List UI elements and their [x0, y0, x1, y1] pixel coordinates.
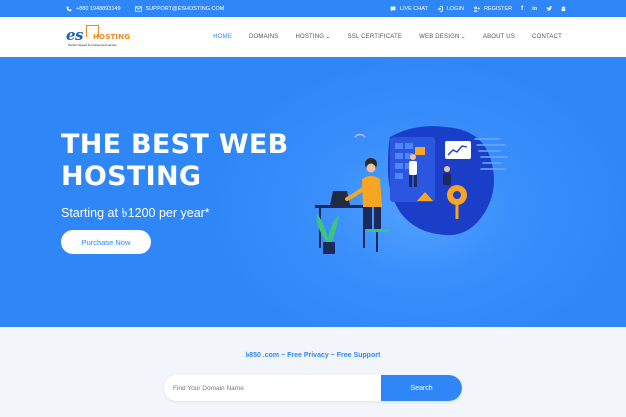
main-navbar: es HOSTING Perfect Speed & Customized se… — [0, 17, 626, 57]
nav-item-web-design[interactable]: WEB DESIGN ⌄ — [419, 34, 466, 40]
phone-number: +880 1948893149 — [76, 5, 121, 12]
nav-label: CONTACT — [532, 34, 562, 40]
logo-hosting-text: HOSTING — [93, 33, 131, 41]
nav-item-about-us[interactable]: ABOUT US — [483, 34, 515, 40]
contact-info: +880 1948893149 SUPPORT@ESHOSTING.COM — [66, 0, 224, 17]
purchase-now-button[interactable]: Purchase Now — [61, 230, 151, 254]
nav-label: WEB DESIGN — [419, 34, 460, 40]
topbar-actions: LIVE CHAT LOGIN REGISTER f in — [390, 0, 566, 17]
login-label: LOGIN — [446, 5, 464, 12]
site-logo[interactable]: es HOSTING Perfect Speed & Customized se… — [66, 23, 136, 51]
twitter-icon[interactable] — [546, 6, 552, 11]
nav-item-contact[interactable]: CONTACT — [532, 34, 562, 40]
domain-search-input[interactable] — [164, 375, 382, 401]
chat-icon — [390, 6, 396, 11]
email-contact[interactable]: SUPPORT@ESHOSTING.COM — [134, 5, 225, 12]
nav-item-domains[interactable]: DOMAINS — [249, 34, 278, 40]
nav-menu: HOME DOMAINS HOSTING ⌄ SSL CERTIFICATE WE… — [213, 17, 562, 57]
login-icon — [437, 5, 443, 12]
nav-item-home[interactable]: HOME — [213, 34, 232, 40]
linkedin-icon[interactable]: in — [532, 6, 537, 12]
nav-item-ssl-certificate[interactable]: SSL CERTIFICATE — [348, 34, 403, 40]
android-icon[interactable] — [561, 6, 566, 12]
live-chat-link[interactable]: LIVE CHAT — [390, 6, 428, 12]
register-label: REGISTER — [483, 5, 513, 12]
domain-search-bar: Search — [164, 375, 462, 401]
top-bar: +880 1948893149 SUPPORT@ESHOSTING.COM LI… — [0, 0, 626, 17]
facebook-icon[interactable]: f — [521, 6, 523, 12]
envelope-icon — [134, 5, 142, 12]
domain-promo-text: ৳850 .com ~ Free Privacy ~ Free Support — [245, 352, 381, 359]
email-address: SUPPORT@ESHOSTING.COM — [145, 5, 225, 12]
nav-label: HOME — [213, 34, 233, 40]
login-link[interactable]: LOGIN — [437, 6, 464, 12]
hero-section: THE BEST WEB HOSTING Starting at ৳1200 p… — [0, 57, 626, 327]
logo-es-text: es — [66, 26, 84, 44]
user-plus-icon — [473, 6, 480, 12]
chevron-down-icon: ⌄ — [325, 34, 332, 40]
nav-label: SSL CERTIFICATE — [347, 34, 403, 40]
person-body — [362, 176, 382, 207]
nav-item-hosting[interactable]: HOSTING ⌄ — [295, 34, 332, 40]
phone-icon — [66, 6, 72, 11]
chevron-down-icon: ⌄ — [460, 34, 467, 40]
hero-subtitle: Starting at ৳1200 per year* — [61, 206, 210, 220]
phone-contact[interactable]: +880 1948893149 — [66, 6, 121, 12]
desk — [315, 205, 370, 208]
live-chat-label: LIVE CHAT — [399, 5, 428, 12]
logo-tagline: Perfect Speed & Customized service — [68, 43, 117, 47]
domain-search-button[interactable]: Search — [381, 375, 462, 401]
nav-label: DOMAINS — [249, 34, 279, 40]
register-link[interactable]: REGISTER — [473, 6, 512, 12]
hero-title: THE BEST WEB HOSTING — [61, 129, 289, 192]
nav-label: HOSTING — [295, 34, 325, 40]
nav-label: ABOUT US — [482, 34, 516, 40]
hero-illustration — [315, 126, 508, 254]
